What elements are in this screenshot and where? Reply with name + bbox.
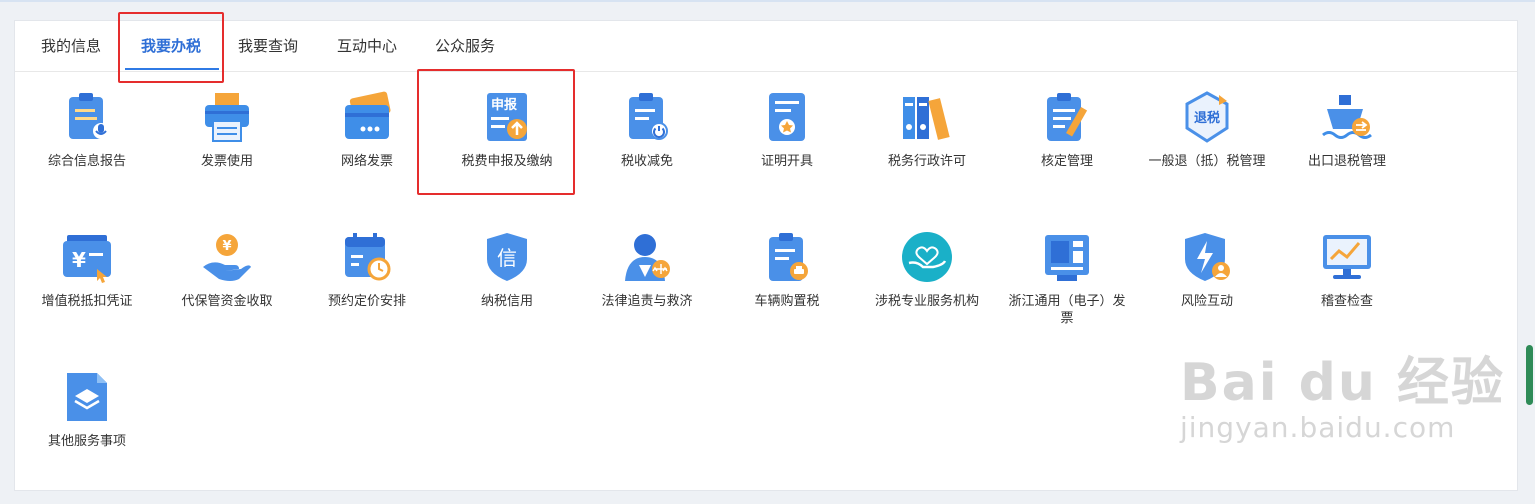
service-item-export-refund[interactable]: 出口退税管理 [1277, 89, 1417, 170]
service-item-label: 其他服务事项 [47, 434, 126, 449]
refund-badge-text: 退税 [1194, 110, 1220, 126]
credit-badge-text: 信 [497, 246, 517, 270]
service-item-label: 核定管理 [1040, 154, 1093, 169]
invoice-board-icon [1045, 235, 1089, 281]
certificate-star-icon [769, 93, 805, 141]
hand-heart-icon [902, 232, 952, 282]
service-item-admin-license[interactable]: 税务行政许可 [857, 89, 997, 170]
yuan-cards-icon: ¥ [63, 235, 111, 283]
service-item-custody-funds[interactable]: ¥ 代保管资金收取 [157, 229, 297, 310]
hand-coin-icon: ¥ [203, 234, 251, 281]
declare-upload-icon: 申报 [487, 93, 527, 141]
service-item-zj-einvoice[interactable]: 浙江通用（电子）发票 [997, 229, 1137, 327]
printer-icon [205, 93, 249, 142]
tab-interaction-center[interactable]: 互动中心 [337, 35, 397, 56]
service-item-refund[interactable]: 退税 一般退（抵）税管理 [1137, 89, 1277, 170]
monitor-chart-icon [1323, 235, 1371, 279]
service-item-label: 纳税信用 [480, 294, 533, 309]
service-item-inspection[interactable]: 稽查检查 [1277, 229, 1417, 310]
declare-badge-text: 申报 [491, 97, 518, 113]
service-item-pricing-arrangement[interactable]: 预约定价安排 [297, 229, 437, 310]
tab-bar: 我的信息 我要办税 我要查询 互动中心 公众服务 [15, 21, 1517, 72]
service-item-label: 车辆购置税 [754, 294, 820, 309]
service-item-tax-agency[interactable]: 涉税专业服务机构 [857, 229, 997, 310]
service-item-label: 发票使用 [200, 154, 253, 169]
credit-shield-icon: 信 [487, 233, 527, 281]
coin-badge-text: ¥ [222, 239, 231, 254]
refund-hexagon-icon: 退税 [1185, 91, 1229, 143]
service-item-label: 税务行政许可 [887, 154, 966, 169]
justice-person-icon [625, 234, 670, 281]
service-item-legal-remedy[interactable]: 法律追责与救济 [577, 229, 717, 310]
service-item-vehicle-tax[interactable]: 车辆购置税 [717, 229, 857, 310]
service-item-label: 证明开具 [760, 154, 813, 169]
shield-bolt-icon [1185, 233, 1230, 281]
service-item-other-services[interactable]: 其他服务事项 [17, 369, 157, 450]
calendar-clock-icon [345, 233, 391, 281]
service-item-declare-pay[interactable]: 申报 税费申报及缴纳 [437, 89, 577, 170]
clipboard-car-icon [769, 233, 808, 281]
service-item-label: 综合信息报告 [47, 154, 126, 169]
top-border [0, 0, 1535, 2]
service-item-assessment[interactable]: 核定管理 [997, 89, 1137, 170]
clipboard-mic-icon [69, 93, 109, 139]
clipboard-pencil-icon [1047, 93, 1088, 141]
binders-icon [903, 97, 950, 140]
service-item-label: 税费申报及缴纳 [461, 154, 553, 169]
service-item-certificate[interactable]: 证明开具 [717, 89, 857, 170]
tab-my-info[interactable]: 我的信息 [41, 35, 101, 56]
clipboard-power-icon [629, 93, 668, 140]
scrollbar-thumb[interactable] [1526, 345, 1533, 405]
service-item-label: 出口退税管理 [1307, 154, 1386, 169]
main-panel: 我的信息 我要办税 我要查询 互动中心 公众服务 综合信息报告 发票使用 网络发… [14, 12, 1518, 491]
service-item-label: 预约定价安排 [327, 294, 406, 309]
active-tab-indicator [125, 68, 219, 70]
service-item-invoice-use[interactable]: 发票使用 [157, 89, 297, 170]
service-item-label: 风险互动 [1180, 294, 1233, 309]
service-item-network-invoice[interactable]: 网络发票 [297, 89, 437, 170]
service-item-label: 涉税专业服务机构 [874, 294, 979, 309]
service-item-risk-interaction[interactable]: 风险互动 [1137, 229, 1277, 310]
card-icon [345, 91, 391, 139]
tab-tax-handling[interactable]: 我要办税 [141, 35, 201, 56]
tab-query[interactable]: 我要查询 [238, 35, 298, 56]
service-item-tax-credit[interactable]: 信 纳税信用 [437, 229, 577, 310]
service-item-label: 代保管资金收取 [181, 294, 273, 309]
service-item-label: 税收减免 [620, 154, 673, 169]
ship-icon [1322, 95, 1372, 139]
service-item-label: 浙江通用（电子）发票 [1008, 294, 1126, 326]
tab-public-service[interactable]: 公众服务 [435, 35, 495, 56]
service-item-vat-voucher[interactable]: ¥ 增值税抵扣凭证 [17, 229, 157, 310]
service-item-label: 增值税抵扣凭证 [41, 294, 133, 309]
yuan-badge-text: ¥ [72, 248, 86, 272]
layers-doc-icon [67, 373, 107, 421]
service-item-label: 网络发票 [340, 154, 393, 169]
service-item-tax-relief[interactable]: 税收减免 [577, 89, 717, 170]
service-item-label: 法律追责与救济 [601, 294, 693, 309]
service-item-label: 稽查检查 [1320, 294, 1373, 309]
service-item-info-report[interactable]: 综合信息报告 [17, 89, 157, 170]
service-item-label: 一般退（抵）税管理 [1148, 154, 1266, 169]
